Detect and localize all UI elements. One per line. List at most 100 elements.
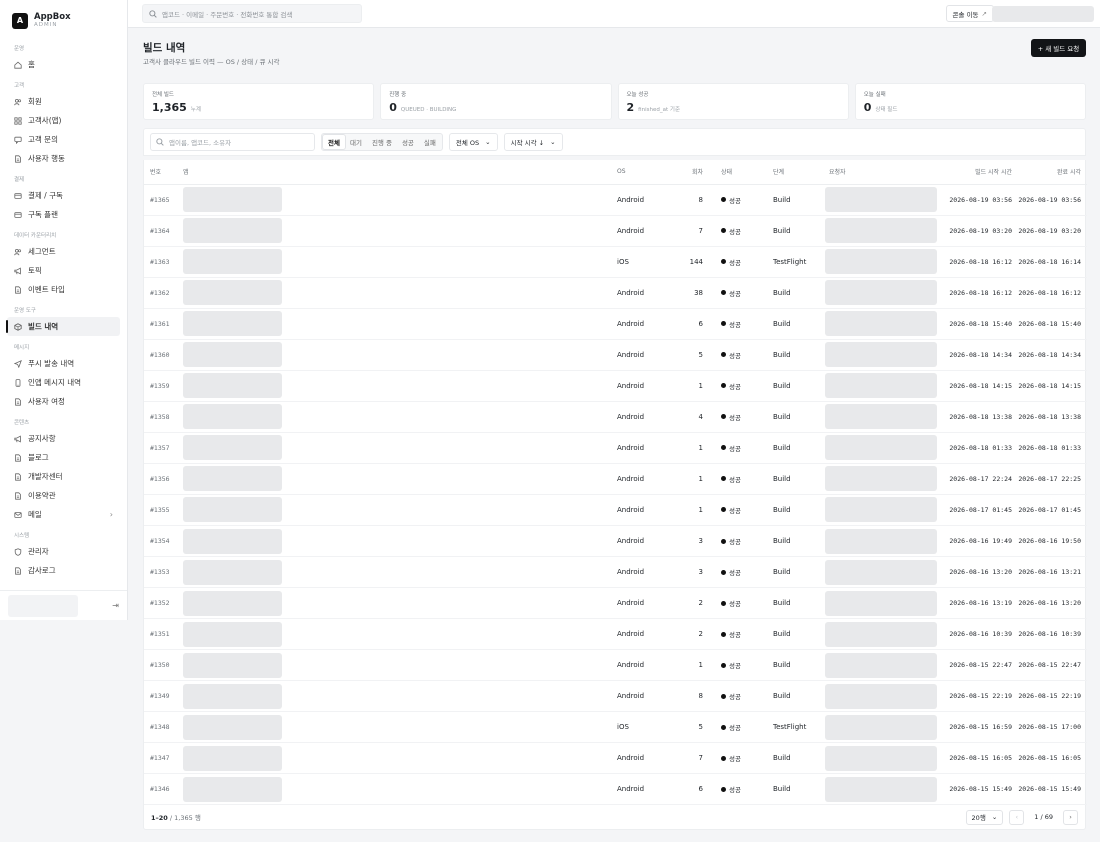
table-row[interactable]: #1354 Android 3 성공 Build 2026-08-16 19:4…	[144, 525, 1087, 558]
app-placeholder[interactable]	[183, 466, 282, 492]
app-placeholder[interactable]	[183, 776, 282, 802]
status-filter-tab[interactable]: 전체	[323, 135, 345, 149]
table-row[interactable]: #1348 iOS 5 성공 TestFlight 2026-08-15 16:…	[144, 711, 1087, 744]
table-row[interactable]: #1358 Android 4 성공 Build 2026-08-18 13:3…	[144, 401, 1087, 433]
col-header-status[interactable]: 상태	[709, 160, 773, 185]
requester-placeholder[interactable]	[825, 621, 937, 647]
sidebar-item[interactable]: 사용자 여정	[0, 392, 127, 411]
requester-placeholder[interactable]	[825, 714, 937, 740]
col-header-num[interactable]: 번호	[144, 160, 180, 185]
app-placeholder[interactable]	[183, 342, 282, 368]
col-header-os[interactable]: OS	[617, 160, 667, 185]
requester-placeholder[interactable]	[825, 466, 937, 492]
sidebar-item[interactable]: 공지사항	[0, 429, 127, 448]
col-header-finished[interactable]: 완료 시각	[1016, 160, 1087, 185]
status-filter-tab[interactable]: 성공	[397, 135, 419, 149]
app-placeholder[interactable]	[183, 187, 282, 213]
sidebar-item[interactable]: 관리자	[0, 542, 127, 561]
table-row[interactable]: #1360 Android 5 성공 Build 2026-08-18 14:3…	[144, 339, 1087, 371]
table-row[interactable]: #1355 Android 1 성공 Build 2026-08-17 01:4…	[144, 494, 1087, 527]
os-select[interactable]: 전체 OS ⌄	[448, 133, 498, 151]
sidebar-item[interactable]: 푸시 발송 내역	[0, 354, 127, 373]
sidebar-item[interactable]: 개발자센터	[0, 467, 127, 486]
requester-placeholder[interactable]	[825, 559, 937, 585]
requester-placeholder[interactable]	[825, 249, 937, 275]
sidebar-item[interactable]: 빌드 내역	[6, 317, 120, 336]
logout-icon[interactable]: ⇥	[112, 601, 119, 610]
sidebar-item[interactable]: 메일 ›	[0, 505, 127, 524]
table-row[interactable]: #1346 Android 6 성공 Build 2026-08-15 15:4…	[144, 773, 1087, 806]
table-row[interactable]: #1357 Android 1 성공 Build 2026-08-18 01:3…	[144, 432, 1087, 464]
prev-page-button[interactable]: ‹	[1009, 809, 1025, 825]
page-size-select[interactable]: 20행 ⌄	[965, 809, 1004, 825]
requester-placeholder[interactable]	[825, 745, 937, 771]
requester-placeholder[interactable]	[825, 342, 937, 368]
app-placeholder[interactable]	[183, 559, 282, 585]
col-header-requester[interactable]: 요청자	[821, 160, 941, 185]
table-row[interactable]: #1359 Android 1 성공 Build 2026-08-18 14:1…	[144, 370, 1087, 402]
brand[interactable]: A AppBox ADMIN	[0, 0, 127, 37]
requester-placeholder[interactable]	[825, 373, 937, 399]
requester-placeholder[interactable]	[825, 776, 937, 802]
table-row[interactable]: #1353 Android 3 성공 Build 2026-08-16 13:2…	[144, 556, 1087, 589]
sidebar-item[interactable]: 회원	[0, 92, 127, 111]
requester-placeholder[interactable]	[825, 652, 937, 678]
app-placeholder[interactable]	[183, 435, 282, 461]
sidebar-item[interactable]: 감사로그	[0, 561, 127, 580]
table-row[interactable]: #1364 Android 7 성공 Build 2026-08-19 03:2…	[144, 215, 1087, 247]
app-placeholder[interactable]	[183, 280, 282, 306]
table-row[interactable]: #1352 Android 2 성공 Build 2026-08-16 13:1…	[144, 587, 1087, 620]
sidebar-item[interactable]: 블로그	[0, 448, 127, 467]
sort-select[interactable]: 시작 시각 ↓ ⌄	[503, 133, 563, 151]
app-placeholder[interactable]	[183, 249, 282, 275]
col-header-app[interactable]: 앱	[180, 160, 617, 185]
sidebar-item[interactable]: 고객 문의	[0, 130, 127, 149]
app-placeholder[interactable]	[183, 745, 282, 771]
requester-placeholder[interactable]	[825, 280, 937, 306]
table-row[interactable]: #1365 Android 8 성공 Build 2026-08-19 03:5…	[144, 184, 1087, 216]
sidebar-item[interactable]: 토픽	[0, 261, 127, 280]
requester-placeholder[interactable]	[825, 218, 937, 244]
requester-placeholder[interactable]	[825, 497, 937, 523]
requester-placeholder[interactable]	[825, 528, 937, 554]
app-placeholder[interactable]	[183, 373, 282, 399]
col-header-round[interactable]: 회차	[667, 160, 709, 185]
app-placeholder[interactable]	[183, 404, 282, 430]
status-filter-tab[interactable]: 진행 중	[367, 135, 397, 149]
app-placeholder[interactable]	[183, 621, 282, 647]
app-placeholder[interactable]	[183, 683, 282, 709]
status-filter-tab[interactable]: 대기	[345, 135, 367, 149]
build-search-input[interactable]: 앱이름, 앱코드, 소유자	[150, 133, 315, 151]
requester-placeholder[interactable]	[825, 683, 937, 709]
col-header-started[interactable]: 빌드 시작 시간	[941, 160, 1016, 185]
table-row[interactable]: #1349 Android 8 성공 Build 2026-08-15 22:1…	[144, 680, 1087, 713]
requester-placeholder[interactable]	[825, 590, 937, 616]
sidebar-item[interactable]: 홈	[0, 55, 127, 74]
sidebar-item[interactable]: 사용자 행동	[0, 149, 127, 168]
global-search-input[interactable]: 앱코드 · 이메일 · 주문번호 · 전화번호 통합 검색	[142, 4, 362, 23]
requester-placeholder[interactable]	[825, 187, 937, 213]
account-placeholder[interactable]	[992, 6, 1094, 22]
table-row[interactable]: #1362 Android 38 성공 Build 2026-08-18 16:…	[144, 277, 1087, 309]
table-row[interactable]: #1347 Android 7 성공 Build 2026-08-15 16:0…	[144, 742, 1087, 775]
table-row[interactable]: #1356 Android 1 성공 Build 2026-08-17 22:2…	[144, 463, 1087, 495]
sidebar-item[interactable]: 인앱 메시지 내역	[0, 373, 127, 392]
next-page-button[interactable]: ›	[1063, 809, 1078, 825]
table-row[interactable]: #1363 iOS 144 성공 TestFlight 2026-08-18 1…	[144, 246, 1087, 278]
app-placeholder[interactable]	[183, 652, 282, 678]
requester-placeholder[interactable]	[825, 404, 937, 430]
app-placeholder[interactable]	[183, 714, 282, 740]
sidebar-item[interactable]: 고객사(앱)	[0, 111, 127, 130]
sidebar-item[interactable]: 이벤트 타입	[0, 280, 127, 299]
table-row[interactable]: #1361 Android 6 성공 Build 2026-08-18 15:4…	[144, 308, 1087, 340]
table-row[interactable]: #1351 Android 2 성공 Build 2026-08-16 10:3…	[144, 618, 1087, 651]
app-placeholder[interactable]	[183, 218, 282, 244]
status-filter-tab[interactable]: 실패	[419, 135, 441, 149]
col-header-stage[interactable]: 단계	[773, 160, 821, 185]
table-row[interactable]: #1350 Android 1 성공 Build 2026-08-15 22:4…	[144, 649, 1087, 682]
requester-placeholder[interactable]	[825, 435, 937, 461]
app-placeholder[interactable]	[183, 497, 282, 523]
console-button[interactable]: 콘솔 이동 ↗	[945, 5, 994, 22]
app-placeholder[interactable]	[183, 311, 282, 337]
sidebar-item[interactable]: 결제 / 구독	[0, 186, 127, 205]
